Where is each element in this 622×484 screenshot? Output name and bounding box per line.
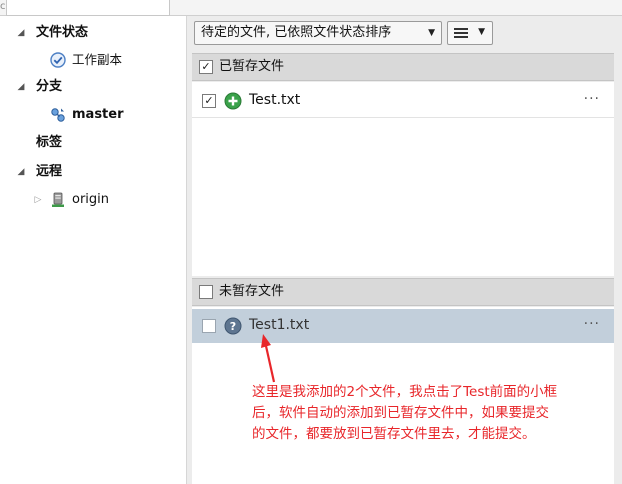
sidebar-section-remotes[interactable]: ◢ 远程 [0, 161, 186, 183]
sidebar-section-label: 远程 [36, 164, 63, 179]
sidebar-item-label: master [72, 107, 124, 122]
file-checkbox[interactable]: ✓ [202, 94, 216, 108]
unstaged-section-header: 未暂存文件 [192, 278, 614, 306]
list-view-icon [454, 28, 468, 39]
added-plus-icon [224, 92, 242, 110]
annotation-line: 的文件，都要放到已暂存文件里去，才能提交。 [252, 426, 536, 442]
sidebar-section-label: 标签 [36, 135, 63, 150]
active-tab[interactable] [6, 0, 170, 16]
svg-text:?: ? [230, 320, 236, 333]
file-more-icon[interactable]: ··· [584, 84, 600, 114]
staged-file-list: ✓ Test.txt ··· [192, 82, 614, 276]
working-copy-check-icon [50, 52, 66, 68]
collapse-triangle-icon[interactable]: ◢ [16, 76, 26, 98]
sidebar-item-master[interactable]: master [0, 104, 186, 126]
sidebar-item-origin[interactable]: ▷ origin [0, 189, 186, 211]
sidebar-section-branches[interactable]: ◢ 分支 [0, 76, 186, 98]
file-more-icon[interactable]: ··· [584, 309, 600, 339]
untracked-question-icon: ? [224, 317, 242, 335]
sidebar-section-tags[interactable]: 标签 [0, 132, 186, 154]
collapse-triangle-icon[interactable]: ◢ [16, 161, 26, 183]
dropdown-arrow-icon: ▼ [428, 28, 435, 38]
staged-section-header: ✓ 已暂存文件 [192, 53, 614, 81]
staged-select-all-checkbox[interactable]: ✓ [199, 60, 213, 74]
annotation-line: 后，软件自动的添加到已暂存文件中，如果要提交 [252, 405, 549, 421]
toolbar: 待定的文件, 已依照文件状态排序 ▼ ▼ [192, 16, 622, 50]
top-strip: c [0, 0, 622, 16]
branch-icon [51, 108, 65, 122]
annotation-arrow [261, 334, 276, 383]
dropdown-arrow-icon: ▼ [478, 27, 485, 37]
sidebar: ◢ 文件状态 工作副本 ◢ 分支 master 标签 ◢ 远程 ▷ origin [0, 16, 186, 484]
collapse-triangle-icon[interactable]: ◢ [16, 22, 26, 44]
file-checkbox[interactable] [202, 319, 216, 333]
unstaged-select-all-checkbox[interactable] [199, 285, 213, 299]
staged-header-label: 已暂存文件 [219, 59, 285, 74]
file-filter-value: 待定的文件, 已依照文件状态排序 [201, 25, 392, 40]
expand-triangle-icon[interactable]: ▷ [33, 189, 43, 211]
sidebar-section-label: 分支 [36, 79, 63, 94]
file-filter-dropdown[interactable]: 待定的文件, 已依照文件状态排序 ▼ [194, 21, 442, 45]
view-options-button[interactable]: ▼ [447, 21, 493, 45]
sidebar-item-working-copy[interactable]: 工作副本 [0, 49, 186, 71]
file-name: Test.txt [249, 92, 301, 108]
annotation-line: 这里是我添加的2个文件，我点击了Test前面的小框 [252, 384, 558, 400]
staged-file-row[interactable]: ✓ Test.txt ··· [192, 84, 614, 118]
annotation-text: 这里是我添加的2个文件，我点击了Test前面的小框 后，软件自动的添加到已暂存文… [252, 382, 622, 445]
sidebar-section-label: 文件状态 [36, 25, 89, 40]
remote-server-icon [52, 192, 64, 207]
clipped-glyph: c [0, 1, 5, 12]
unstaged-header-label: 未暂存文件 [219, 284, 285, 299]
sidebar-item-label: 工作副本 [72, 52, 123, 67]
sidebar-section-file-status[interactable]: ◢ 文件状态 [0, 22, 186, 44]
sidebar-item-label: origin [72, 192, 110, 207]
